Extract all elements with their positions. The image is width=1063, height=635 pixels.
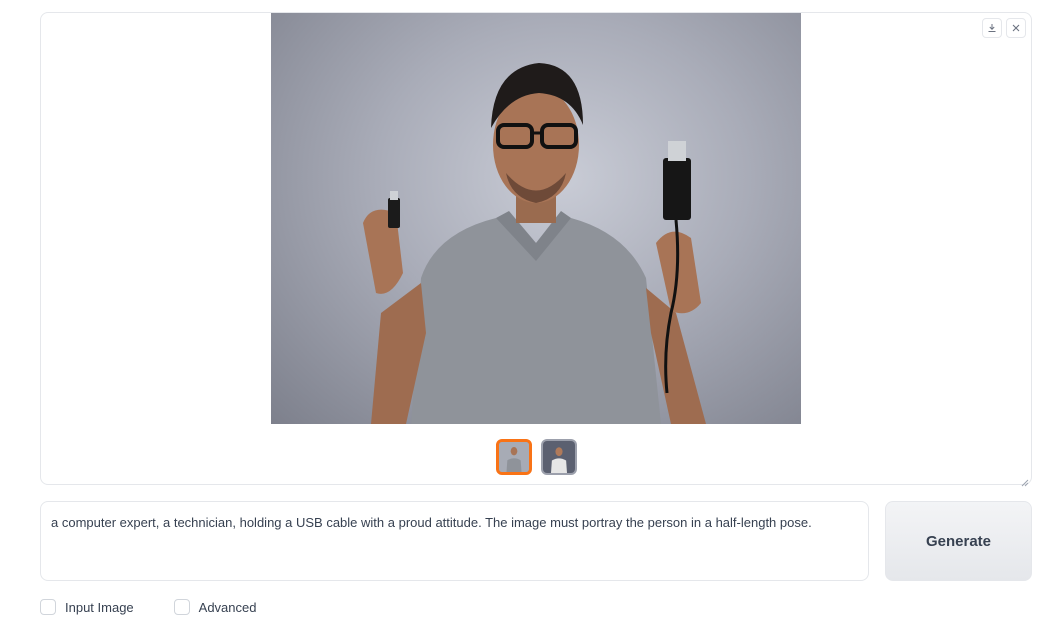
advanced-label: Advanced [198,599,257,615]
generate-button[interactable]: Generate [885,501,1032,581]
thumbnail-1[interactable] [496,439,532,475]
close-icon[interactable] [1006,18,1026,38]
download-icon[interactable] [982,18,1002,38]
gallery-toolbar [982,18,1026,38]
input-image-checkbox[interactable] [40,599,56,615]
advanced-checkbox[interactable] [173,599,190,615]
input-image-label: Input Image [65,599,134,615]
resize-handle-icon[interactable] [1021,474,1029,487]
prompt-textarea[interactable]: a computer expert, a technician, holding… [40,501,869,581]
thumbnail-2[interactable] [541,439,577,475]
thumbnail-strip [496,439,577,475]
generated-image[interactable] [271,13,801,424]
advanced-option[interactable]: Advanced [173,599,257,615]
image-gallery [40,12,1032,487]
options-row: Input Image Advanced [40,599,256,615]
input-image-option[interactable]: Input Image [40,599,134,615]
